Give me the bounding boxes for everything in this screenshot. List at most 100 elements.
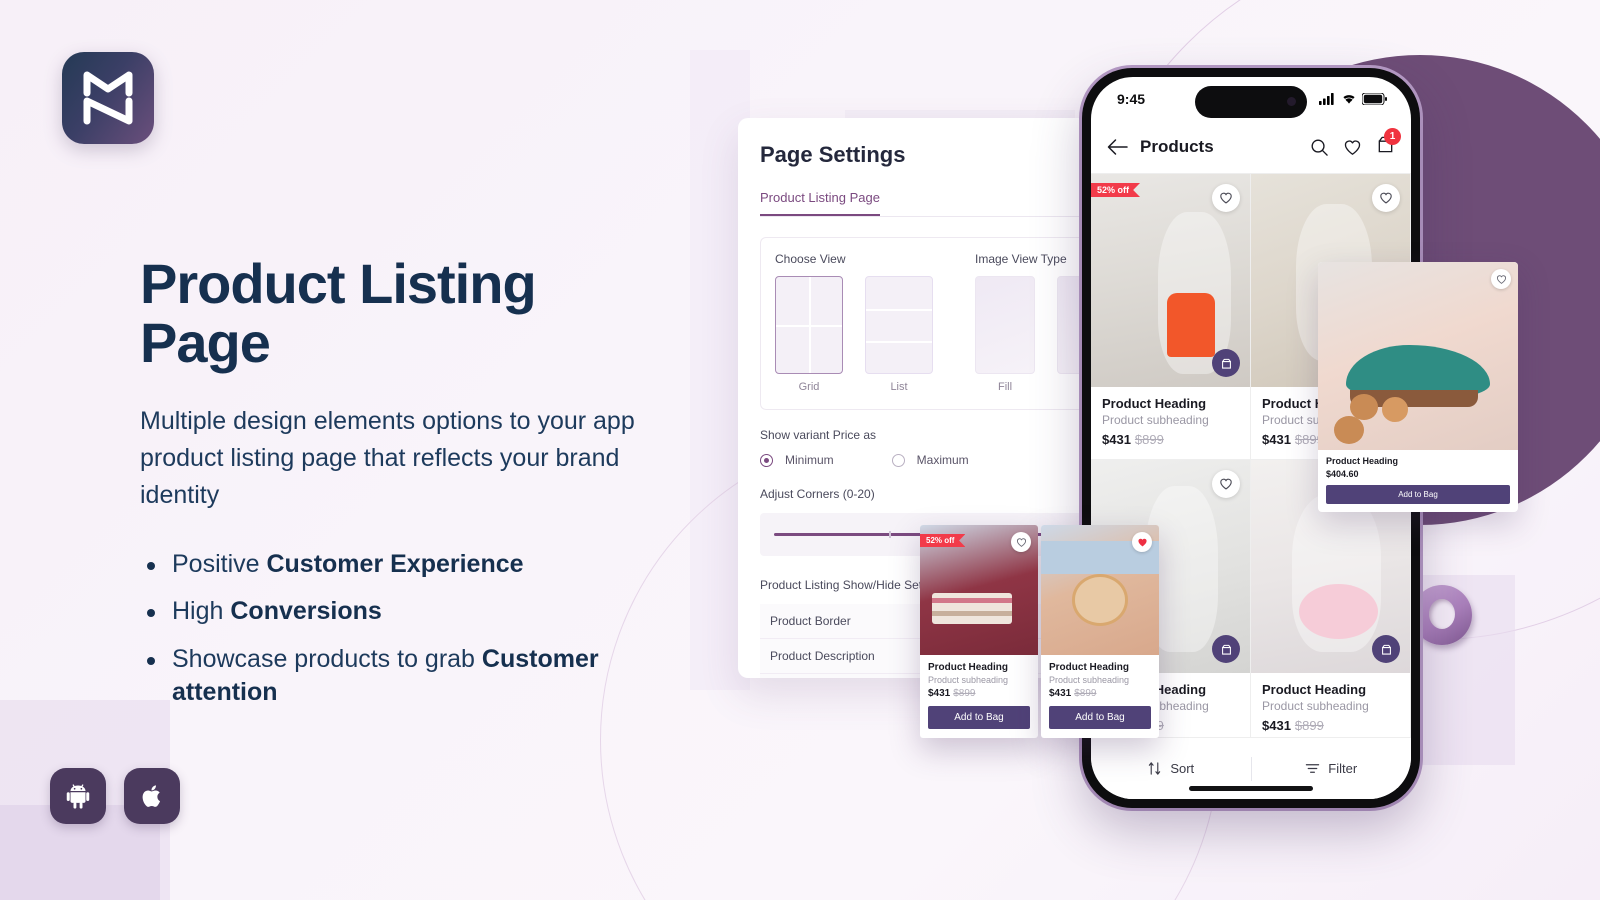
product-subheading: Product subheading bbox=[1262, 699, 1369, 713]
list-item: High Conversions bbox=[140, 595, 680, 629]
hero-subcopy: Multiple design elements options to your… bbox=[140, 406, 635, 509]
filter-icon bbox=[1306, 764, 1320, 773]
bag-count-badge: 1 bbox=[1384, 128, 1401, 145]
filter-button[interactable]: Filter bbox=[1252, 761, 1412, 776]
choose-view-label: Choose View bbox=[775, 252, 846, 266]
app-bar-title: Products bbox=[1140, 137, 1214, 156]
radio-minimum[interactable]: Minimum bbox=[760, 453, 834, 467]
floating-product-card[interactable]: Product Heading Product subheading $431 $… bbox=[1041, 525, 1159, 738]
panel-title: Page Settings bbox=[760, 142, 906, 167]
add-to-bag-fab[interactable] bbox=[1212, 635, 1240, 663]
original-price: $899 bbox=[953, 688, 976, 699]
current-price: $431 bbox=[928, 688, 951, 699]
mn-monogram-logo-icon bbox=[83, 71, 133, 125]
product-heading: Product Heading bbox=[1102, 396, 1207, 411]
sort-button[interactable]: Sort bbox=[1091, 761, 1251, 776]
hero-copy: Product Listing Page Multiple design ele… bbox=[140, 252, 680, 724]
variant-price-label: Show variant Price as bbox=[760, 428, 877, 442]
add-to-bag-button[interactable]: Add to Bag bbox=[1049, 706, 1151, 729]
heart-icon bbox=[1016, 537, 1026, 547]
image-view-option-fill[interactable]: Fill bbox=[975, 276, 1035, 393]
product-price: $431$899 bbox=[1262, 718, 1399, 733]
brand-logo bbox=[62, 52, 154, 144]
add-to-bag-button[interactable]: Add to Bag bbox=[1326, 485, 1510, 504]
variant-price-group: Show variant Price as Minimum Maximum bbox=[760, 428, 1136, 467]
floating-product-card-shoe[interactable]: Product Heading $404.60 Add to Bag bbox=[1318, 262, 1518, 512]
product-price: $431$899 bbox=[1049, 688, 1151, 699]
product-card[interactable]: 52% off Product Heading Product subheadi… bbox=[1091, 174, 1251, 460]
product-heading: Product Heading bbox=[1326, 456, 1399, 466]
heart-icon[interactable] bbox=[1343, 138, 1362, 157]
product-subheading: Product subheading bbox=[1102, 413, 1209, 427]
original-price: $899 bbox=[1294, 718, 1324, 733]
bag-icon bbox=[1221, 644, 1231, 655]
search-icon[interactable] bbox=[1310, 138, 1329, 157]
radio-dot-icon bbox=[891, 453, 905, 467]
decorative-torus-shape bbox=[1412, 585, 1472, 645]
wishlist-button[interactable] bbox=[1212, 470, 1240, 498]
image-view-option-label: Fill bbox=[997, 381, 1013, 393]
bag-icon bbox=[1221, 358, 1231, 369]
floating-product-card[interactable]: 52% off Product Heading Product subheadi… bbox=[920, 525, 1038, 738]
platform-badges bbox=[50, 768, 180, 824]
original-price: $899 bbox=[1074, 688, 1097, 699]
view-settings-card: Choose View Grid List Image View Type Fi… bbox=[760, 237, 1136, 410]
wifi-icon bbox=[1343, 95, 1355, 104]
wishlist-button[interactable] bbox=[1372, 184, 1400, 212]
discount-ribbon: 52% off bbox=[920, 534, 966, 547]
app-bar: Products 1 bbox=[1091, 121, 1411, 173]
add-to-bag-fab[interactable] bbox=[1212, 349, 1240, 377]
view-option-list[interactable]: List bbox=[865, 276, 933, 393]
product-price: $431$899 bbox=[928, 688, 1030, 699]
list-view-thumbnail bbox=[865, 276, 933, 374]
product-heading: Product Heading bbox=[928, 662, 1009, 673]
bag-button[interactable]: 1 bbox=[1376, 128, 1401, 159]
original-price: $899 bbox=[1134, 432, 1164, 447]
page-title: Product Listing Page bbox=[140, 252, 537, 374]
status-bar: 9:45 bbox=[1091, 77, 1411, 121]
sort-label: Sort bbox=[1170, 761, 1195, 776]
android-icon bbox=[66, 784, 90, 809]
product-image: 52% off bbox=[920, 525, 1038, 655]
list-item: Positive Customer Experience bbox=[140, 548, 680, 582]
bullet-prefix: Showcase products to grab bbox=[172, 644, 482, 673]
wishlist-button[interactable] bbox=[1212, 184, 1240, 212]
bullet-prefix: Positive bbox=[172, 549, 267, 578]
product-subheading: Product subheading bbox=[928, 675, 1009, 685]
product-price: $431$899 bbox=[1102, 432, 1239, 447]
wishlist-button[interactable] bbox=[1132, 532, 1152, 552]
back-arrow-icon[interactable] bbox=[1107, 138, 1128, 156]
discount-ribbon: 52% off bbox=[1091, 183, 1141, 197]
product-price: $404.60 bbox=[1326, 469, 1359, 479]
heart-icon bbox=[1220, 192, 1232, 204]
bullet-bold: Conversions bbox=[230, 597, 382, 626]
adjust-corners-label: Adjust Corners (0-20) bbox=[760, 487, 875, 501]
floating-product-card-pair: 52% off Product Heading Product subheadi… bbox=[920, 525, 1159, 738]
battery-icon bbox=[1362, 93, 1387, 105]
filter-label: Filter bbox=[1328, 761, 1358, 776]
add-to-bag-button[interactable]: Add to Bag bbox=[928, 706, 1030, 729]
heart-icon bbox=[1380, 192, 1392, 204]
view-option-grid[interactable]: Grid bbox=[775, 276, 843, 393]
wishlist-button[interactable] bbox=[1011, 532, 1031, 552]
wishlist-button[interactable] bbox=[1491, 269, 1511, 289]
tab-product-listing-page[interactable]: Product Listing Page bbox=[760, 190, 880, 216]
dynamic-island bbox=[1195, 86, 1307, 118]
apple-badge[interactable] bbox=[124, 768, 180, 824]
cellular-icon bbox=[1319, 93, 1334, 105]
radio-maximum[interactable]: Maximum bbox=[891, 453, 969, 467]
android-badge[interactable] bbox=[50, 768, 106, 824]
product-image bbox=[1041, 525, 1159, 655]
heart-icon bbox=[1220, 478, 1232, 490]
view-option-label: List bbox=[890, 381, 908, 393]
product-subheading: Product subheading bbox=[1049, 675, 1130, 685]
bag-icon bbox=[1381, 644, 1391, 655]
product-heading: Product Heading bbox=[1262, 682, 1367, 697]
product-image bbox=[1318, 262, 1518, 450]
add-to-bag-fab[interactable] bbox=[1372, 635, 1400, 663]
choose-view-group: Choose View Grid List bbox=[775, 252, 933, 393]
home-indicator bbox=[1189, 786, 1313, 791]
current-price: $431 bbox=[1262, 718, 1291, 733]
status-time: 9:45 bbox=[1117, 91, 1146, 107]
sort-icon bbox=[1149, 762, 1161, 775]
